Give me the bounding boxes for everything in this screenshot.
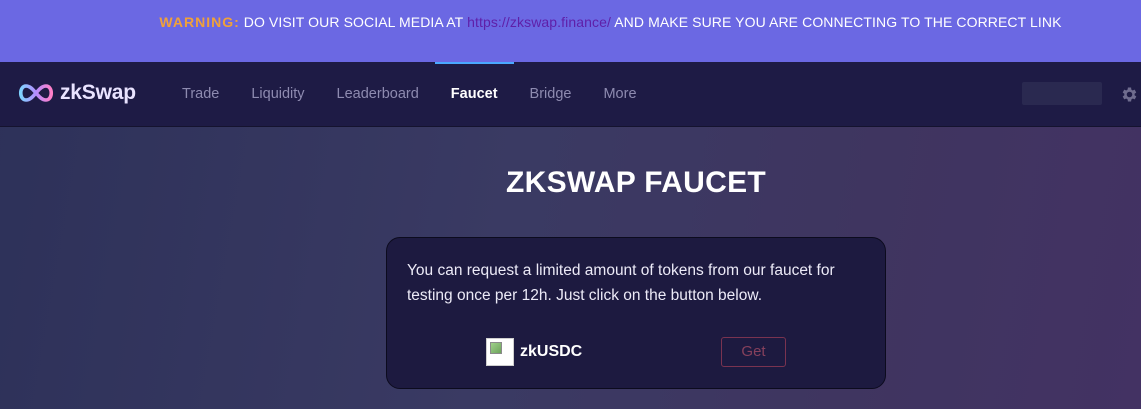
get-button[interactable]: Get [721,337,786,367]
gear-icon[interactable] [1120,85,1139,104]
warning-text-before: DO VISIT OUR SOCIAL MEDIA AT [239,14,468,30]
brand-name: zkSwap [60,81,136,104]
broken-image-icon [486,338,514,366]
top-navbar: zkSwap Trade Liquidity Leaderboard Fauce… [0,62,1141,127]
official-site-link[interactable]: https://zkswap.finance/ [467,14,611,30]
nav-trade[interactable]: Trade [166,62,235,126]
faucet-card: You can request a limited amount of toke… [386,237,886,389]
wallet-button[interactable] [1022,82,1102,105]
token-row: zkUSDC [486,338,582,366]
warning-label: WARNING: [159,14,240,30]
nav-more[interactable]: More [587,62,652,126]
infinity-logo-icon [16,81,56,105]
nav-liquidity[interactable]: Liquidity [235,62,320,126]
nav-faucet[interactable]: Faucet [434,62,514,126]
page-title: ZKSWAP FAUCET [505,166,767,199]
token-symbol: zkUSDC [520,343,583,360]
nav-bridge[interactable]: Bridge [514,62,588,126]
warning-banner: WARNING: DO VISIT OUR SOCIAL MEDIA AT ht… [0,0,1141,62]
brand-logo[interactable]: zkSwap [16,81,136,105]
nav-leaderboard[interactable]: Leaderboard [321,62,435,126]
faucet-description: You can request a limited amount of toke… [407,262,835,304]
warning-text-after: AND MAKE SURE YOU ARE CONNECTING TO THE … [611,14,1062,30]
warning-message: WARNING: DO VISIT OUR SOCIAL MEDIA AT ht… [159,14,1061,30]
main-nav: Trade Liquidity Leaderboard Faucet Bridg… [166,62,653,126]
